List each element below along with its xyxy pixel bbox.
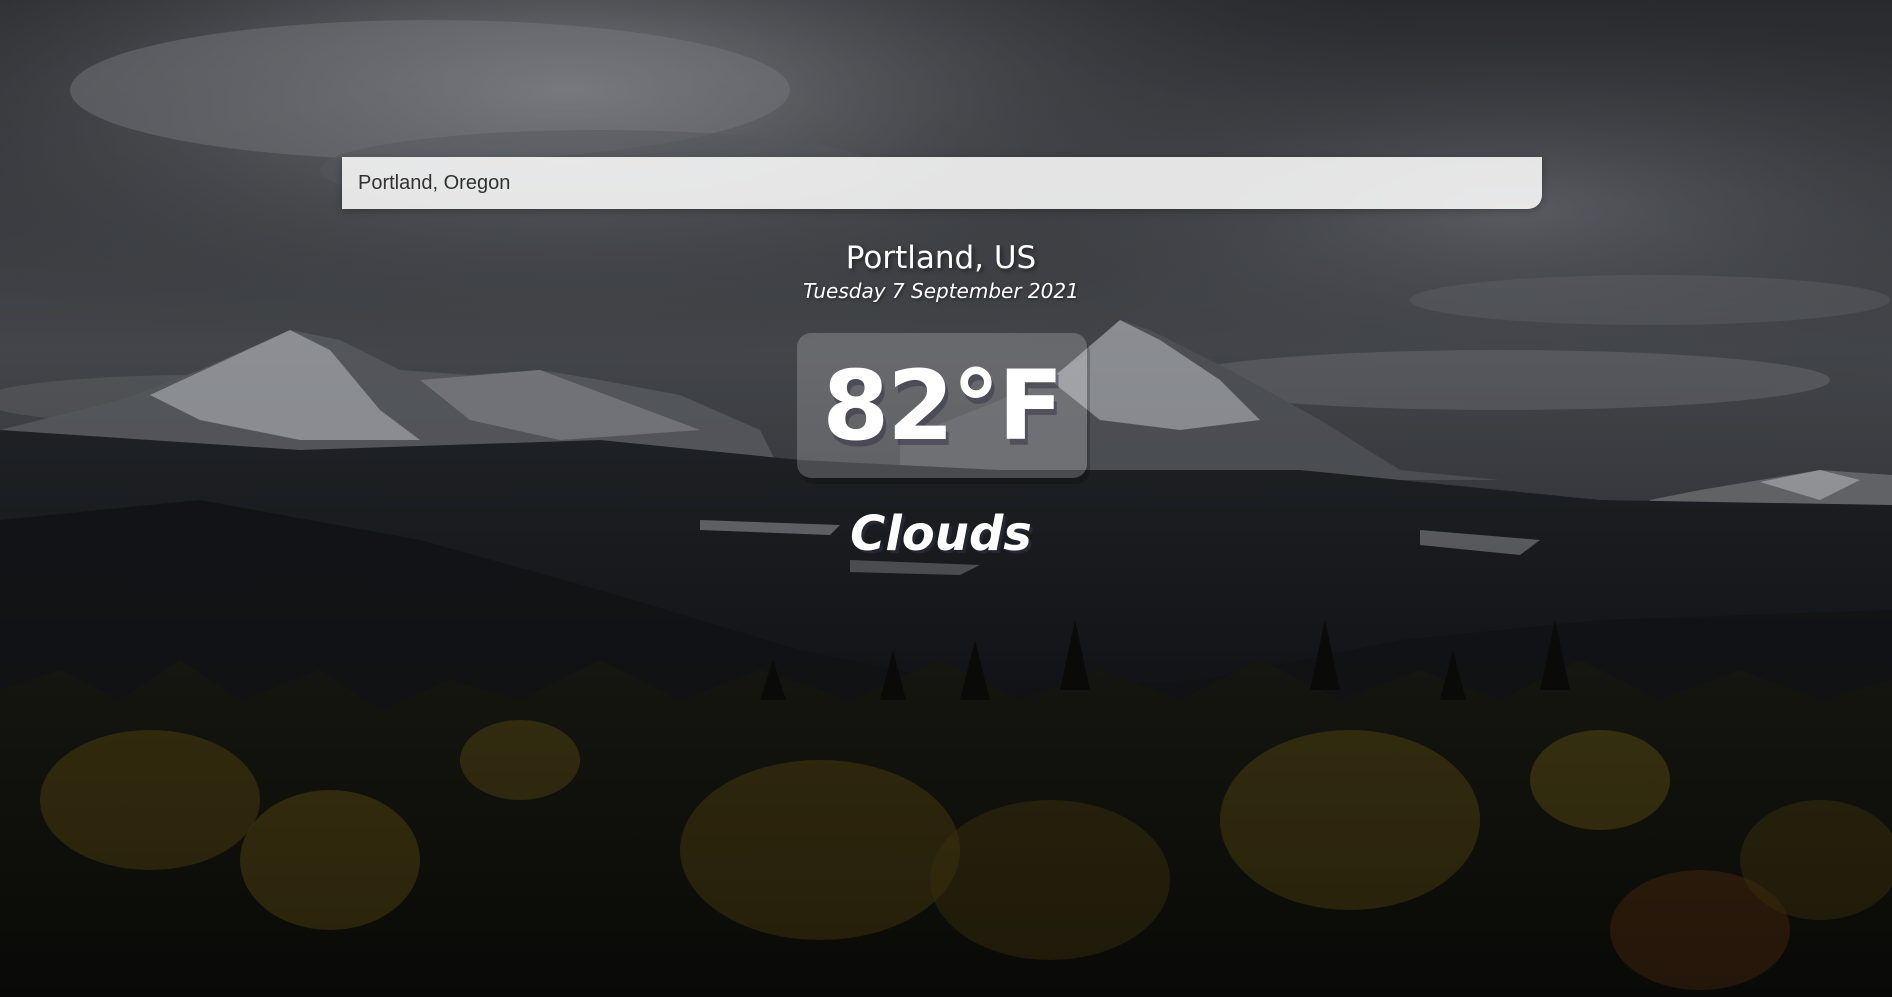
search-input[interactable] xyxy=(342,157,1542,209)
temperature-value: 82°F xyxy=(822,349,1063,462)
search-box xyxy=(342,157,1542,209)
weather-condition: Clouds xyxy=(850,506,1032,562)
current-date: Tuesday 7 September 2021 xyxy=(803,279,1079,303)
temperature-box: 82°F xyxy=(797,333,1087,478)
weather-app: Portland, US Tuesday 7 September 2021 82… xyxy=(0,0,1892,997)
location-name: Portland, US xyxy=(845,240,1037,276)
